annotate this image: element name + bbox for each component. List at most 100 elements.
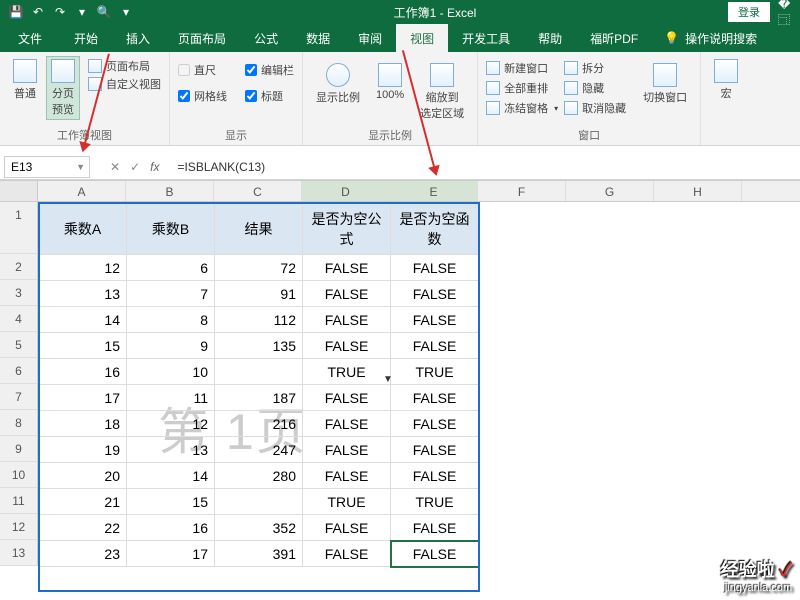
- col-header-f[interactable]: F: [478, 181, 566, 201]
- cell[interactable]: TRUE: [391, 359, 479, 385]
- cell[interactable]: 15: [39, 333, 127, 359]
- cell[interactable]: 91: [215, 281, 303, 307]
- cell[interactable]: FALSE: [303, 541, 391, 567]
- tab-view[interactable]: 视图: [396, 24, 448, 52]
- cell[interactable]: 8: [127, 307, 215, 333]
- cell[interactable]: 6: [127, 255, 215, 281]
- cell[interactable]: 112: [215, 307, 303, 333]
- row-header[interactable]: 9: [0, 436, 38, 462]
- tab-home[interactable]: 开始: [60, 24, 112, 52]
- print-preview-icon[interactable]: 🔍: [96, 4, 112, 20]
- cell[interactable]: 16: [127, 515, 215, 541]
- tell-me[interactable]: 💡 操作说明搜索: [664, 30, 757, 47]
- row-header[interactable]: 12: [0, 514, 38, 540]
- cell[interactable]: FALSE: [303, 281, 391, 307]
- tab-dev[interactable]: 开发工具: [448, 24, 524, 52]
- redo-icon[interactable]: ↷: [52, 4, 68, 20]
- col-header-b[interactable]: B: [126, 181, 214, 201]
- col-header-a[interactable]: A: [38, 181, 126, 201]
- cell[interactable]: 10: [127, 359, 215, 385]
- row-header-1[interactable]: 1: [0, 202, 38, 254]
- tab-layout[interactable]: 页面布局: [164, 24, 240, 52]
- cell[interactable]: FALSE: [391, 281, 479, 307]
- cell[interactable]: 11: [127, 385, 215, 411]
- fx-icon[interactable]: fx: [150, 160, 159, 174]
- col-header-g[interactable]: G: [566, 181, 654, 201]
- cell[interactable]: TRUE: [391, 489, 479, 515]
- cell[interactable]: [215, 489, 303, 515]
- pagebreak-preview-button[interactable]: 分页 预览: [46, 56, 80, 120]
- cell[interactable]: 13: [127, 437, 215, 463]
- header-a[interactable]: 乘数A: [39, 203, 127, 255]
- cell[interactable]: FALSE: [391, 255, 479, 281]
- zoom-selection-button[interactable]: 缩放到 选定区域: [415, 60, 469, 124]
- formulabar-checkbox[interactable]: 编辑栏: [245, 62, 294, 78]
- row-header[interactable]: 10: [0, 462, 38, 488]
- cell[interactable]: 9: [127, 333, 215, 359]
- cells-area[interactable]: 第 1页 乘数A 乘数B 结果 是否为空公式 是否为空函数 12672FALSE…: [38, 202, 479, 567]
- row-header[interactable]: 2: [0, 254, 38, 280]
- tab-foxit[interactable]: 福昕PDF: [576, 24, 652, 52]
- login-button[interactable]: 登录: [728, 2, 770, 22]
- cell[interactable]: TRUE: [303, 489, 391, 515]
- cell[interactable]: 20: [39, 463, 127, 489]
- tab-review[interactable]: 审阅: [344, 24, 396, 52]
- cell[interactable]: 135: [215, 333, 303, 359]
- header-e[interactable]: 是否为空函数: [391, 203, 479, 255]
- select-all-corner[interactable]: [0, 181, 38, 201]
- tab-data[interactable]: 数据: [292, 24, 344, 52]
- cell[interactable]: 17: [39, 385, 127, 411]
- cell[interactable]: TRUE: [303, 359, 391, 385]
- normal-view-button[interactable]: 普通: [8, 56, 42, 120]
- cell[interactable]: 187: [215, 385, 303, 411]
- cell[interactable]: 17: [127, 541, 215, 567]
- headings-checkbox[interactable]: 标题: [245, 88, 294, 104]
- cell[interactable]: FALSE: [303, 333, 391, 359]
- cell[interactable]: 14: [39, 307, 127, 333]
- cell[interactable]: 13: [39, 281, 127, 307]
- cell[interactable]: FALSE: [303, 307, 391, 333]
- unhide-button[interactable]: 取消隐藏: [564, 100, 626, 116]
- col-header-h[interactable]: H: [654, 181, 742, 201]
- cell[interactable]: 23: [39, 541, 127, 567]
- split-button[interactable]: 拆分: [564, 60, 626, 76]
- header-d[interactable]: 是否为空公式: [303, 203, 391, 255]
- undo-icon[interactable]: ↶: [30, 4, 46, 20]
- save-icon[interactable]: 💾: [8, 4, 24, 20]
- freeze-panes-button[interactable]: 冻结窗格▾: [486, 100, 558, 116]
- row-header[interactable]: 13: [0, 540, 38, 566]
- new-window-button[interactable]: 新建窗口: [486, 60, 558, 76]
- row-header[interactable]: 4: [0, 306, 38, 332]
- cell[interactable]: 21: [39, 489, 127, 515]
- zoom-100-button[interactable]: 100%: [371, 60, 409, 104]
- formula-input[interactable]: =ISBLANK(C13): [177, 160, 265, 174]
- tab-insert[interactable]: 插入: [112, 24, 164, 52]
- header-c[interactable]: 结果: [215, 203, 303, 255]
- page-layout-button[interactable]: 页面布局: [88, 58, 161, 74]
- cell[interactable]: FALSE: [391, 463, 479, 489]
- cell[interactable]: 72: [215, 255, 303, 281]
- row-header[interactable]: 6: [0, 358, 38, 384]
- cell[interactable]: FALSE: [303, 255, 391, 281]
- tab-help[interactable]: 帮助: [524, 24, 576, 52]
- cell[interactable]: [215, 359, 303, 385]
- zoom-button[interactable]: 显示比例: [311, 60, 365, 108]
- col-header-c[interactable]: C: [214, 181, 302, 201]
- switch-windows-button[interactable]: 切换窗口: [638, 60, 692, 108]
- cell[interactable]: 12: [39, 255, 127, 281]
- cell[interactable]: FALSE: [303, 463, 391, 489]
- cell[interactable]: 16: [39, 359, 127, 385]
- ruler-checkbox[interactable]: 直尺: [178, 62, 227, 78]
- qat-more-icon[interactable]: ▾: [74, 4, 90, 20]
- ribbon-options-icon[interactable]: �⿹: [778, 4, 794, 20]
- cell[interactable]: 352: [215, 515, 303, 541]
- cell[interactable]: FALSE: [391, 385, 479, 411]
- row-header[interactable]: 8: [0, 410, 38, 436]
- cell[interactable]: 12: [127, 411, 215, 437]
- name-box[interactable]: E13▼: [4, 156, 90, 178]
- row-header[interactable]: 7: [0, 384, 38, 410]
- cell[interactable]: 19: [39, 437, 127, 463]
- cell[interactable]: 280: [215, 463, 303, 489]
- row-header[interactable]: 5: [0, 332, 38, 358]
- cell[interactable]: FALSE: [303, 411, 391, 437]
